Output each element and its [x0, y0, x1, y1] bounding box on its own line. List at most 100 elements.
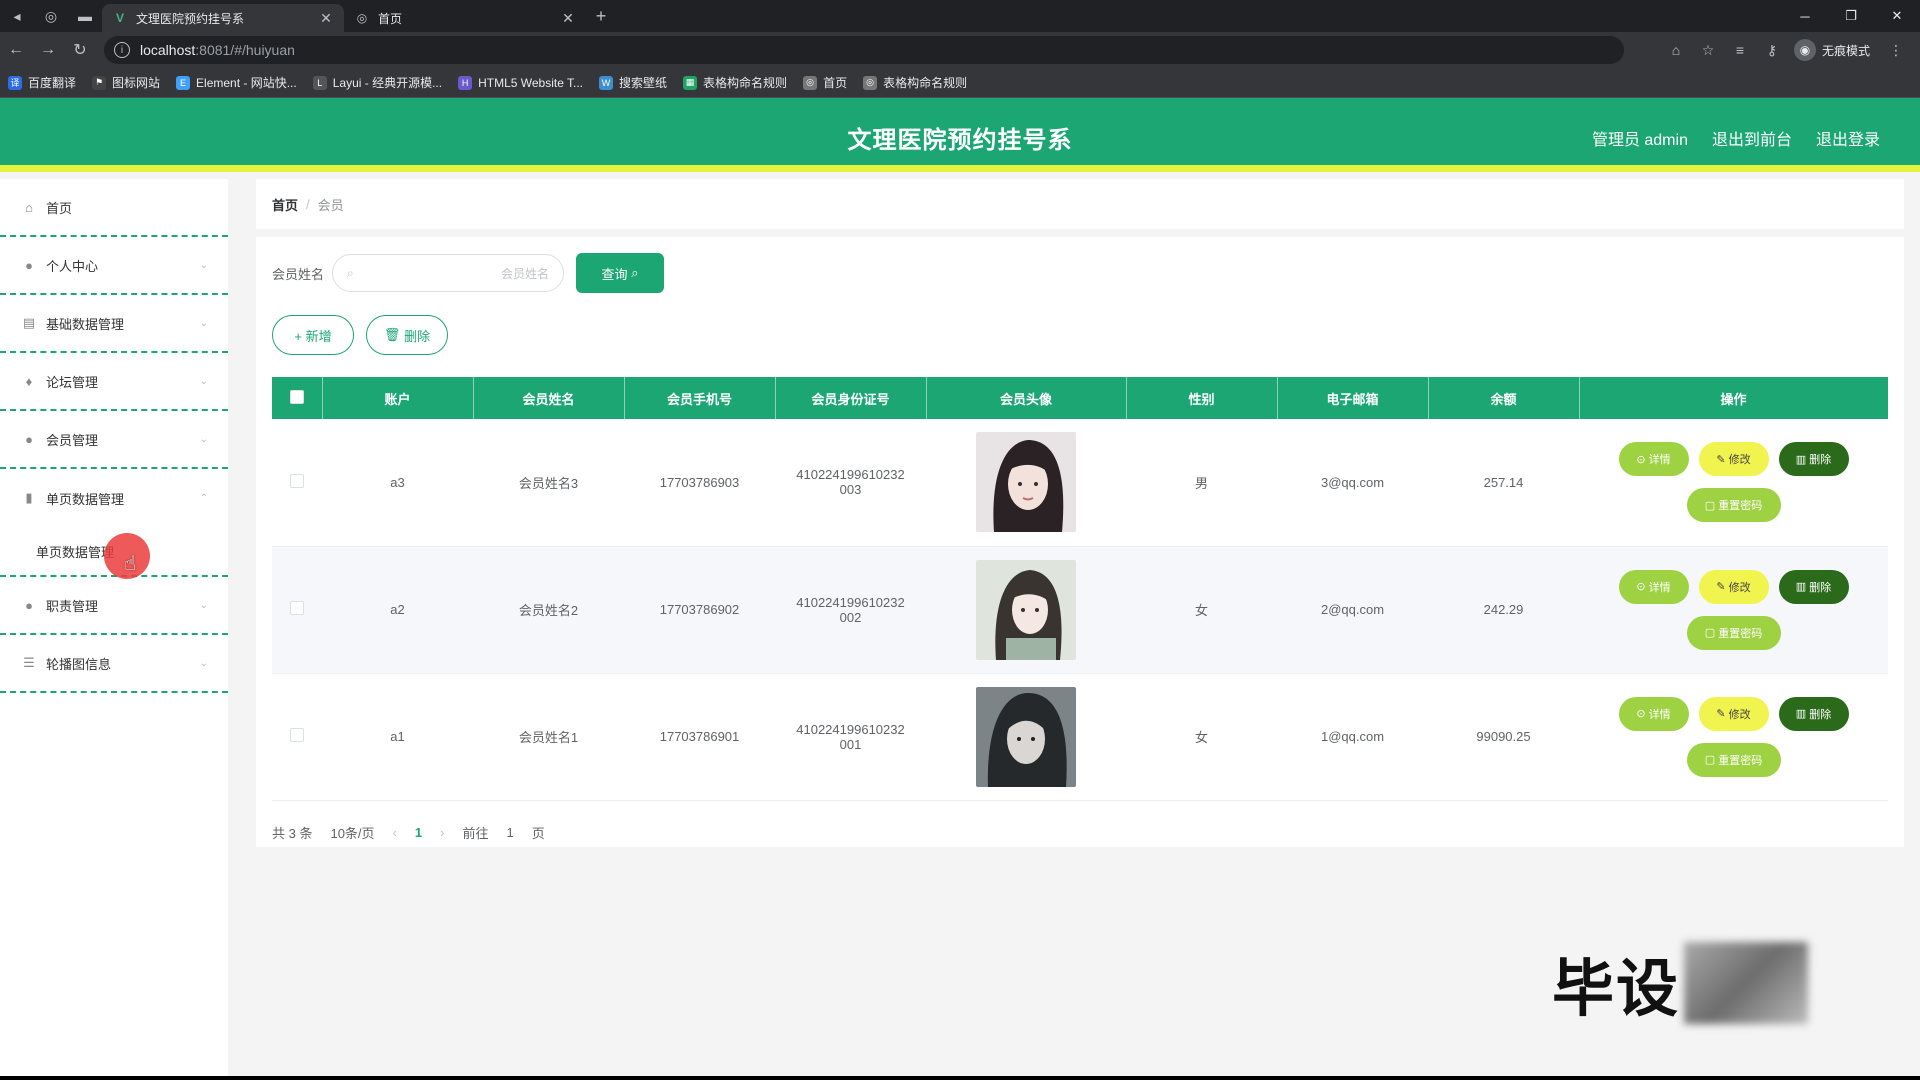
ops-cell: ⊙ 详情 ✎ 修改 ▥ 删除 ▢ 重置密码	[1579, 546, 1888, 674]
breadcrumb-home[interactable]: 首页	[272, 195, 298, 214]
next-page-icon[interactable]: ›	[440, 825, 444, 840]
chevron-down-icon: ⌄	[199, 317, 208, 329]
action-row: + 新增 🗑 删除	[272, 315, 1888, 355]
id-cell: 410224199610232 001	[775, 673, 926, 801]
window-icon[interactable]: ▬	[68, 0, 102, 32]
bookmark-item[interactable]: H HTML5 Website T...	[458, 75, 583, 90]
sidebar-subitem-single-page[interactable]: 单页数据管理 ☝	[0, 527, 228, 579]
col-header[interactable]: 电子邮箱	[1277, 377, 1429, 419]
detail-button[interactable]: ⊙ 详情	[1618, 442, 1689, 477]
tab-title: 首页	[378, 11, 403, 26]
incognito-indicator[interactable]: ◉ 无痕模式	[1793, 39, 1870, 61]
col-header[interactable]: 会员头像	[926, 377, 1127, 419]
add-button[interactable]: + 新增	[272, 315, 354, 355]
bookmark-item[interactable]: ◎ 表格构命名规则	[863, 74, 967, 91]
sidebar-item-base-data[interactable]: ▤ 基础数据管理 ⌄	[0, 295, 228, 353]
chevron-down-icon: ⌄	[199, 599, 208, 611]
bookmark-item[interactable]: ▦ 表格构命名规则	[683, 74, 787, 91]
table-row: a1 会员姓名1 17703786901 410224199610232 001 …	[272, 673, 1888, 801]
reset-password-button[interactable]: ▢ 重置密码	[1686, 742, 1781, 777]
sidebar-item-members[interactable]: ● 会员管理 ⌄	[0, 411, 228, 469]
reload-icon[interactable]: ↻	[64, 34, 96, 66]
menu-icon[interactable]: ⋮	[1880, 36, 1912, 64]
col-header[interactable]: 会员姓名	[473, 377, 625, 419]
sidebar-item-carousel[interactable]: ☰ 轮播图信息 ⌄	[0, 635, 228, 693]
close-window-icon[interactable]: ✕	[1874, 0, 1920, 32]
tab-search-icon[interactable]: ◂	[0, 0, 34, 32]
detail-button[interactable]: ⊙ 详情	[1618, 569, 1689, 604]
reset-password-button[interactable]: ▢ 重置密码	[1686, 488, 1781, 523]
restore-icon[interactable]: ❐	[1828, 0, 1874, 32]
prev-page-icon[interactable]: ‹	[393, 825, 397, 840]
email-cell: 2@qq.com	[1277, 546, 1428, 674]
watermark-text: 毕设	[1552, 955, 1681, 1024]
pager-size-select[interactable]: 10条/页	[330, 823, 374, 842]
reset-password-button[interactable]: ▢ 重置密码	[1686, 615, 1781, 650]
col-header[interactable]: 会员手机号	[624, 377, 776, 419]
account-cell: a2	[322, 546, 473, 674]
bookmark-item[interactable]: E Element - 网站快...	[176, 74, 297, 91]
sidebar-item-forum[interactable]: ♦ 论坛管理 ⌄	[0, 353, 228, 411]
logout-link[interactable]: 退出登录	[1816, 126, 1880, 150]
sidebar-item-single-page[interactable]: ▮ 单页数据管理 ⌃	[0, 469, 228, 527]
col-header[interactable]: 性别	[1126, 377, 1278, 419]
globe-icon: ◎	[803, 75, 818, 90]
sidebar-item-profile[interactable]: ● 个人中心 ⌄	[0, 237, 228, 295]
to-front-link[interactable]: 退出到前台	[1712, 126, 1792, 150]
bookmark-item[interactable]: W 搜索壁纸	[599, 74, 667, 91]
table-header: 账户 会员姓名 会员手机号 会员身份证号 会员头像 性别 电子邮箱 余额 操作	[272, 377, 1889, 419]
sidebar-item-home[interactable]: ⌂ 首页	[0, 179, 228, 237]
row-checkbox[interactable]	[290, 728, 304, 742]
browser-tab-active[interactable]: V 文理医院预约挂号系 ✕	[102, 4, 344, 32]
pager-goto-label: 前往	[462, 825, 489, 841]
search-input[interactable]: ⌕ 会员姓名	[332, 254, 565, 292]
close-tab-icon[interactable]: ✕	[560, 10, 576, 27]
row-checkbox[interactable]	[290, 601, 304, 615]
bookmark-item[interactable]: L Layui - 经典开源模...	[312, 74, 442, 91]
avatar	[976, 686, 1076, 787]
phone-cell: 17703786902	[624, 546, 775, 674]
address-bar[interactable]: i localhost:8081/#/huiyuan	[104, 36, 1624, 64]
minimize-icon[interactable]: ─	[1782, 0, 1828, 32]
edit-button[interactable]: ✎ 修改	[1698, 442, 1769, 477]
sidebar-item-duties[interactable]: ● 职责管理 ⌄	[0, 577, 228, 635]
col-header[interactable]: 会员身份证号	[775, 377, 927, 419]
delete-row-button[interactable]: ▥ 删除	[1778, 569, 1849, 604]
bookmark-item[interactable]: ◎ 首页	[803, 74, 847, 91]
back-icon[interactable]: ←	[0, 34, 32, 66]
col-header[interactable]: 账户	[322, 377, 474, 419]
bookmark-item[interactable]: 译百度翻译	[8, 74, 76, 91]
bar-chart-icon: ▮	[25, 490, 33, 505]
translate-icon[interactable]: ⌂	[1660, 36, 1692, 64]
delete-row-button[interactable]: ▥ 删除	[1778, 442, 1849, 477]
pager-goto-input[interactable]: 1	[506, 825, 513, 840]
key-icon[interactable]: ⚷	[1756, 36, 1788, 64]
globe-icon[interactable]: ◎	[34, 0, 68, 32]
edit-button[interactable]: ✎ 修改	[1698, 569, 1769, 604]
page-number[interactable]: 1	[415, 825, 422, 840]
sidebar: ⌂ 首页 ● 个人中心 ⌄ ▤ 基础数据管理 ⌄ ♦ 论坛管理 ⌄ ● 会员管理 ⌄ ▮ 单页数据管…	[0, 179, 228, 1076]
search-row: 会员姓名 ⌕ 会员姓名 查询 ⌕	[272, 253, 1888, 293]
star-icon[interactable]: ☆	[1692, 36, 1724, 64]
bookmarks-bar: 译百度翻译 ⚑ 图标网站 E Element - 网站快... L Layui - 经…	[0, 68, 1920, 98]
avatar	[976, 559, 1076, 660]
select-all-checkbox[interactable]	[289, 389, 304, 404]
detail-button[interactable]: ⊙ 详情	[1618, 696, 1689, 731]
close-tab-icon[interactable]: ✕	[318, 10, 334, 27]
browser-tab[interactable]: ◎ 首页 ✕	[344, 4, 586, 32]
delete-row-button[interactable]: ▥ 删除	[1778, 696, 1849, 731]
edit-icon: ✎	[1716, 581, 1726, 593]
bookmark-item[interactable]: ⚑ 图标网站	[92, 74, 160, 91]
edit-button[interactable]: ✎ 修改	[1698, 696, 1769, 731]
url-host: localhost	[140, 42, 196, 58]
reading-list-icon[interactable]: ≡	[1724, 36, 1756, 64]
new-tab-button[interactable]: +	[586, 0, 616, 32]
site-info-icon[interactable]: i	[114, 42, 130, 58]
query-button[interactable]: 查询 ⌕	[576, 253, 665, 293]
col-header[interactable]: 余额	[1428, 377, 1580, 419]
row-checkbox[interactable]	[290, 473, 304, 488]
row-select-cell	[272, 546, 322, 674]
delete-button[interactable]: 🗑 删除	[366, 315, 448, 355]
forward-icon[interactable]: →	[32, 34, 64, 66]
name-cell: 会员姓名1	[473, 673, 624, 801]
